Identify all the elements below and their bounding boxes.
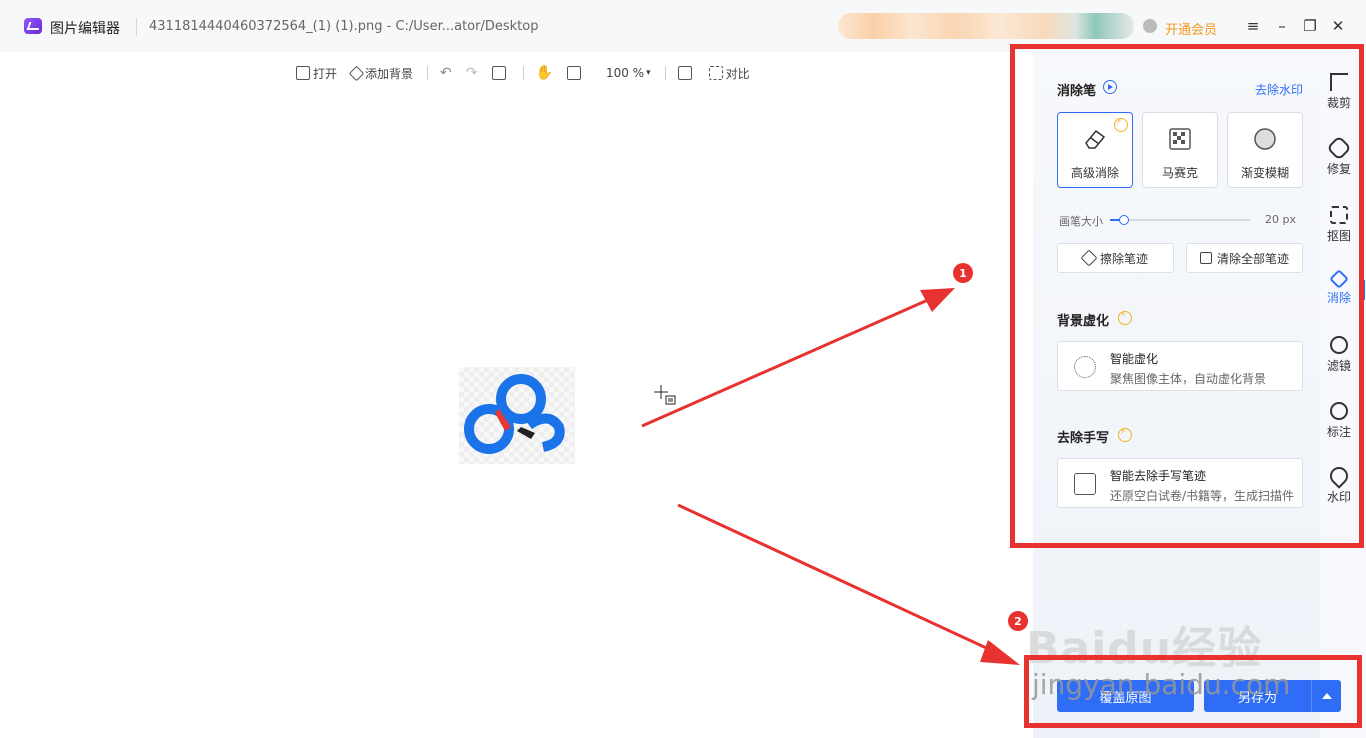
paint-bucket-icon <box>348 65 365 81</box>
annotation-badge-1: 1 <box>953 263 973 283</box>
add-background-button[interactable]: 添加背景 <box>348 65 413 82</box>
edited-image[interactable] <box>459 367 575 464</box>
compare-icon <box>708 66 723 80</box>
vip-link[interactable]: 开通会员 <box>1165 19 1217 38</box>
toolbar-divider <box>427 66 429 80</box>
annotation-badge-2: 2 <box>1008 611 1028 631</box>
actual-size-icon[interactable] <box>566 66 584 80</box>
compare-button[interactable]: 对比 <box>708 65 750 82</box>
file-path: 4311814440460372564_(1) (1).png - C:/Use… <box>149 19 539 34</box>
open-button[interactable]: 打开 <box>296 65 337 82</box>
hand-icon[interactable]: ✋ <box>536 65 553 81</box>
canvas-toolbar: 打开 添加背景 ↶ ↷ ✋ 100 % ▾ 对比 <box>296 62 764 84</box>
close-icon[interactable]: ✕ <box>1328 16 1348 36</box>
copy-icon[interactable] <box>677 66 695 80</box>
crosshair-cursor-icon <box>654 385 676 405</box>
image-icon[interactable] <box>491 66 509 80</box>
folder-icon <box>296 66 310 80</box>
menu-icon[interactable]: ≡ <box>1243 16 1263 36</box>
title-divider <box>136 18 137 36</box>
app-logo-icon <box>24 18 42 34</box>
annotation-box-actions <box>1024 655 1362 728</box>
zoom-select[interactable]: 100 % ▾ <box>606 66 651 80</box>
undo-icon[interactable]: ↶ <box>440 65 452 81</box>
toolbar-divider <box>522 66 524 80</box>
chevron-down-icon: ▾ <box>646 68 651 78</box>
restore-icon[interactable]: ❐ <box>1300 16 1320 36</box>
vip-icon[interactable] <box>1143 19 1157 33</box>
redo-icon[interactable]: ↷ <box>466 65 478 81</box>
cloud-logo-image <box>464 374 565 454</box>
blurred-account-info <box>838 13 1134 39</box>
annotation-box-panel <box>1010 44 1364 548</box>
minimize-icon[interactable]: – <box>1272 16 1292 36</box>
app-title: 图片编辑器 <box>50 21 120 37</box>
toolbar-divider <box>664 66 666 80</box>
